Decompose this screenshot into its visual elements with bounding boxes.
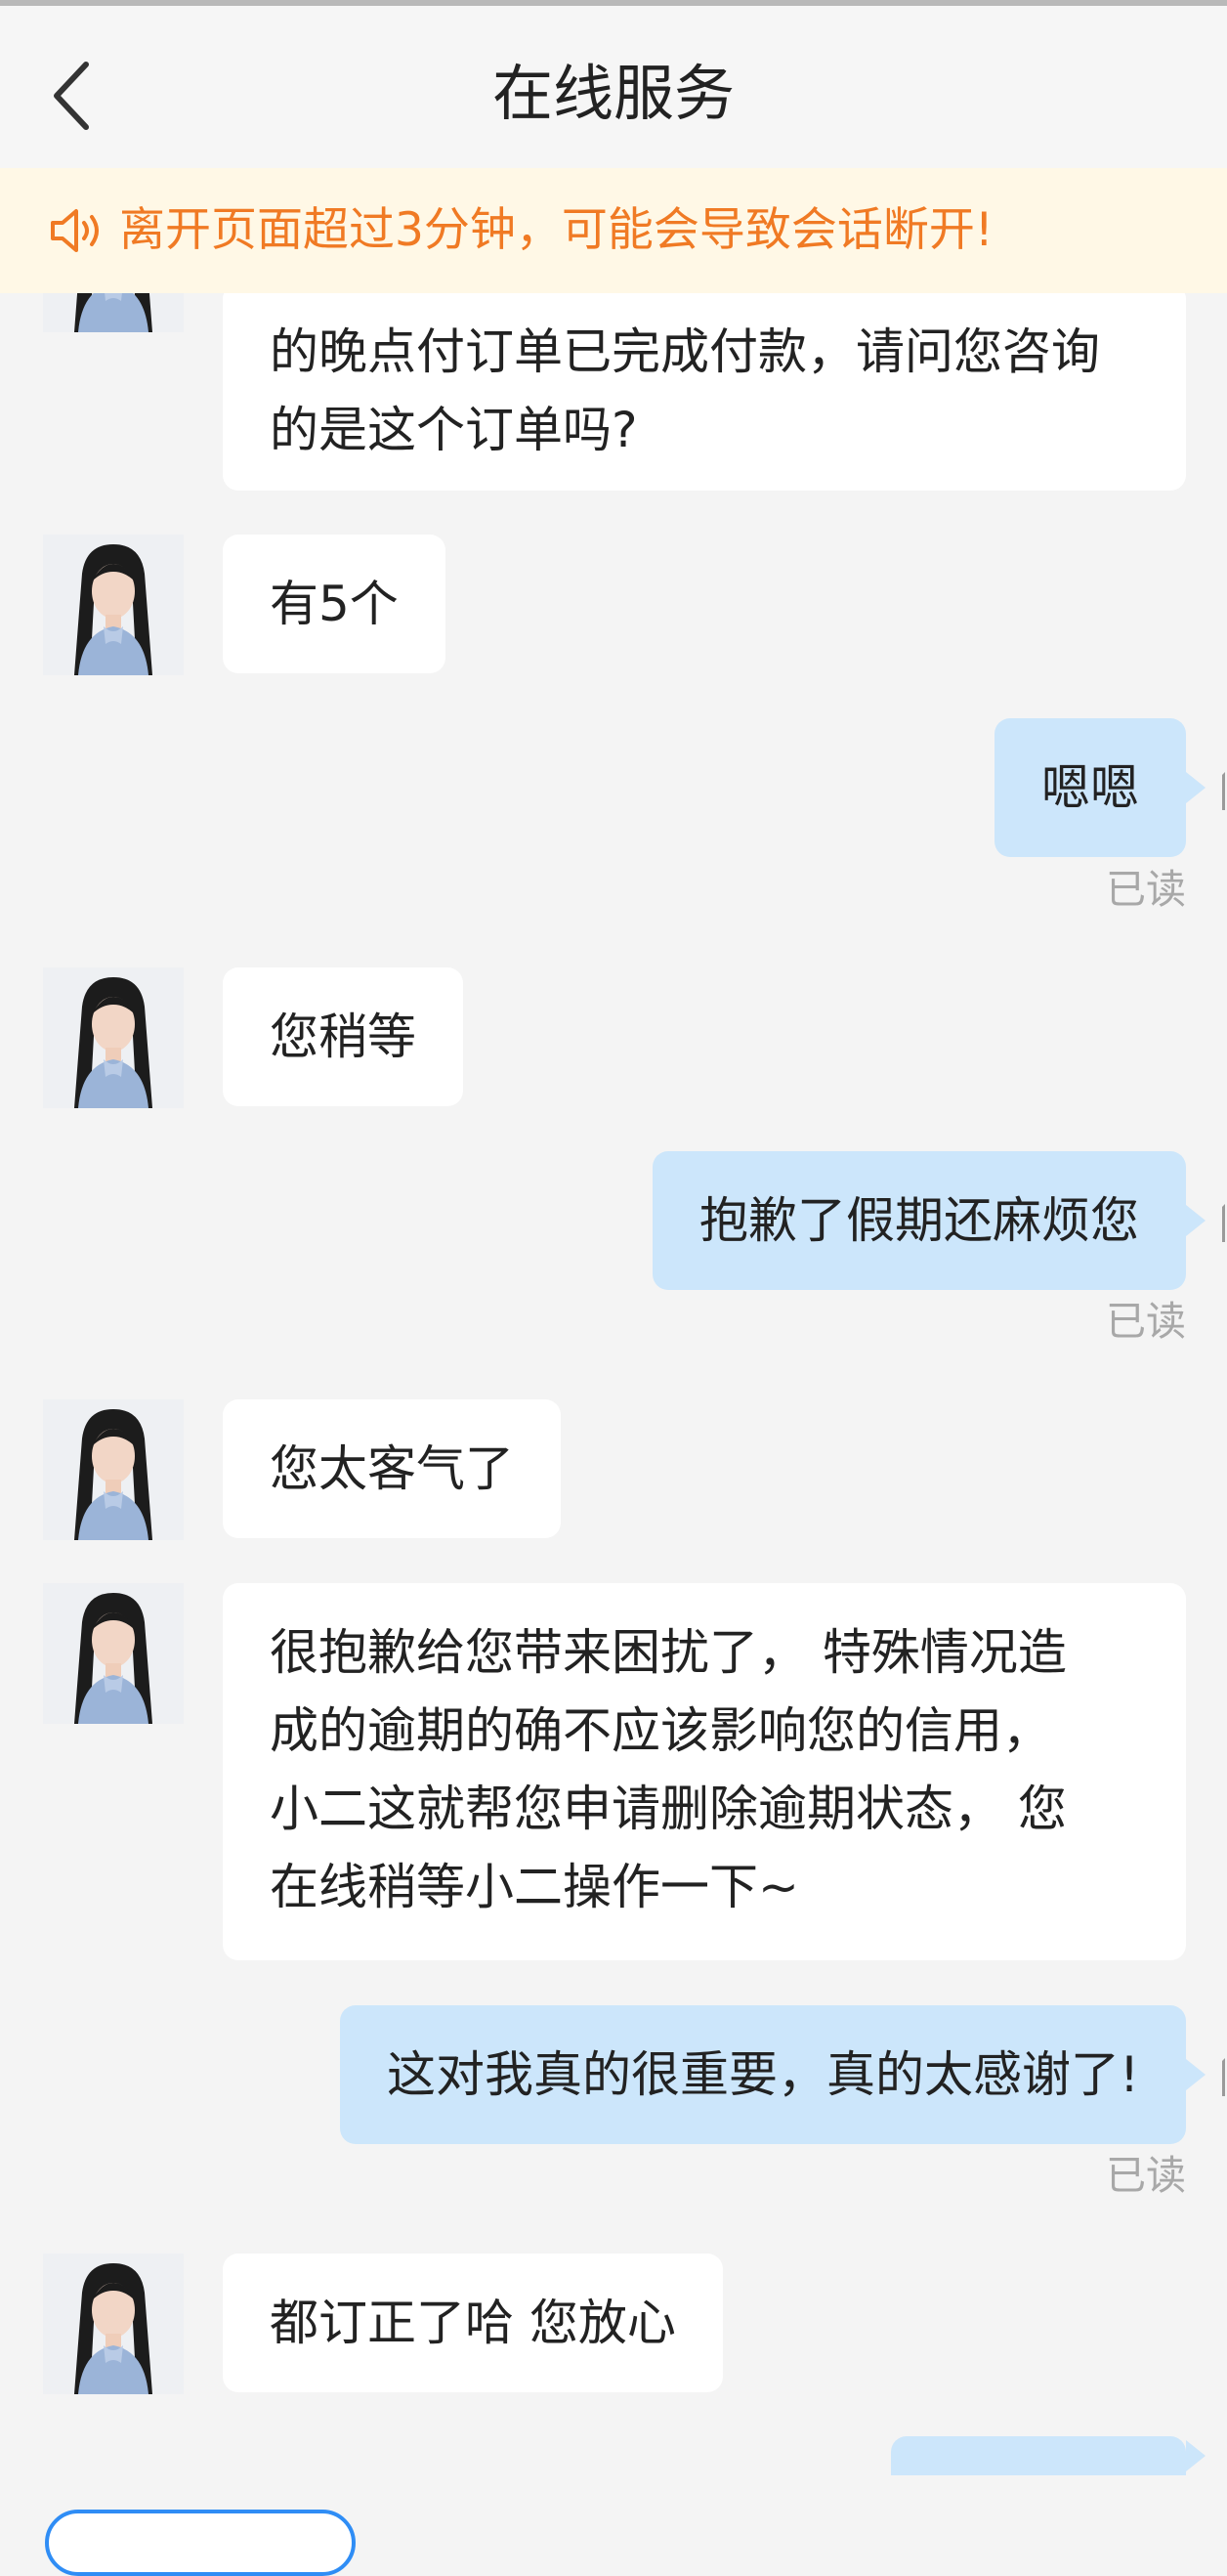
message-line: 小二这就帮您申请删除逾期状态， 您 [270,1781,1067,1837]
scroll-edge-mark [1212,1204,1225,1242]
agent-message: 很抱歉给您带来困扰了， 特殊情况造 成的逾期的确不应该影响您的信用， 小二这就帮… [223,1583,1186,1960]
user-message: 这对我真的很重要，真的太感谢了! [339,2005,1206,2144]
agent-message: 的晚点付订单已完成付款，请问您咨询 的是这个订单吗? [223,283,1186,491]
message-line: 这对我真的很重要，真的太感谢了! [386,2046,1139,2103]
user-message [891,2436,1206,2475]
message-line: 嗯嗯 [1041,759,1139,816]
message-line: 您稍等 [270,1009,416,1065]
agent-avatar-image [43,2254,184,2394]
user-message: 抱歉了假期还麻烦您 [653,1151,1206,1290]
message-line: 都订正了哈 您放心 [270,2295,676,2351]
agent-message: 您稍等 [223,967,463,1106]
agent-avatar [43,2254,184,2394]
message-line: 的晚点付订单已完成付款，请问您咨询 [270,323,1100,380]
message-line: 很抱歉给您带来困扰了， 特殊情况造 [270,1624,1067,1681]
agent-avatar-image [43,1583,184,1724]
speaker-icon [51,209,99,252]
scroll-edge-mark [1212,2058,1225,2096]
user-message: 嗯嗯 [994,718,1206,857]
scroll-edge-mark [1212,772,1225,810]
message-line: 有5个 [270,576,399,632]
agent-avatar-image [43,967,184,1108]
notice-text: 离开页面超过3分钟，可能会导致会话断开! [119,203,994,257]
agent-avatar [43,1583,184,1724]
read-status: 已读 [1106,866,1186,913]
message-line: 抱歉了假期还麻烦您 [699,1192,1139,1249]
session-timeout-notice: 离开页面超过3分钟，可能会导致会话断开! [0,168,1227,293]
agent-avatar [43,1399,184,1540]
read-status: 已读 [1106,1298,1186,1345]
read-status: 已读 [1106,2152,1186,2199]
agent-message: 有5个 [223,535,445,673]
agent-avatar [43,967,184,1108]
message-line: 的是这个订单吗? [270,402,638,458]
message-line: 成的逾期的确不应该影响您的信用， [270,1702,1051,1759]
message-list[interactable]: 的晚点付订单已完成付款，请问您咨询 的是这个订单吗? 有5个 嗯嗯 已读 您稍等… [0,0,1227,2526]
agent-avatar-image [43,1399,184,1540]
agent-avatar-image [43,535,184,675]
message-line: 您太客气了 [270,1440,514,1497]
agent-avatar [43,535,184,675]
message-line: 在线稍等小二操作一下~ [270,1859,799,1915]
agent-message: 您太客气了 [223,1399,561,1538]
agent-message: 都订正了哈 您放心 [223,2254,723,2392]
